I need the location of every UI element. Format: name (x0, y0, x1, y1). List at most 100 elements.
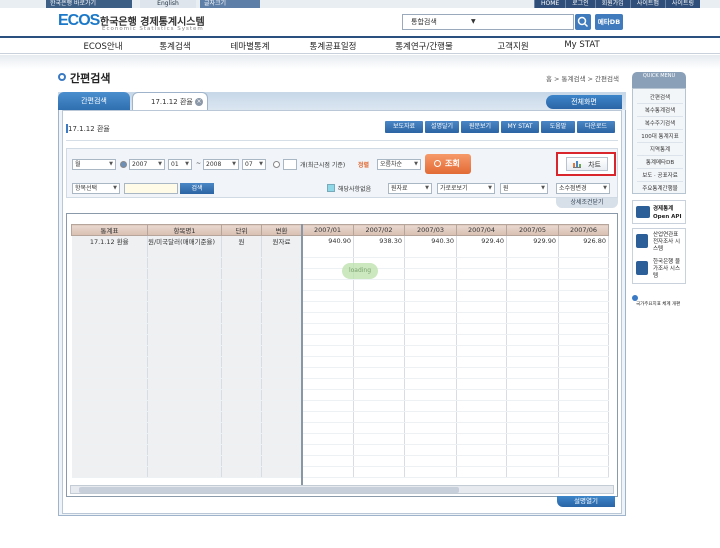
sort-select[interactable]: 오름차순 ▼ (377, 159, 421, 170)
col-header-period[interactable]: 2007/03 (404, 224, 457, 236)
search-button[interactable] (575, 14, 591, 30)
quick-item-press[interactable]: 보도 · 공표자료 (633, 171, 687, 179)
empty-cell (71, 367, 148, 379)
bank-home-link[interactable]: 한국은행 바로가기 (46, 0, 132, 8)
decimal-select[interactable]: 소수점변경 ▼ (556, 183, 610, 194)
from-month-select[interactable]: 01 ▼ (168, 159, 192, 170)
nav-release-schedule[interactable]: 통계공표일정 (310, 40, 357, 52)
login-link[interactable]: 로그인 (565, 0, 595, 8)
press-release-button[interactable]: 보도자료 (385, 121, 423, 133)
recent-radio[interactable] (273, 161, 280, 168)
frozen-column-divider[interactable] (301, 224, 303, 486)
quick-item-top100[interactable]: 100대 통계지표 (633, 132, 687, 140)
detail-toggle-button[interactable]: 상세조건닫기 (556, 198, 618, 208)
col-header-item[interactable]: 항목명1 (147, 224, 222, 236)
quick-item-multi-period[interactable]: 복수주기검색 (633, 119, 687, 127)
quick-item-publications[interactable]: 주요통계간행물 (633, 184, 687, 192)
quick-item-regional[interactable]: 지역통계 (633, 145, 687, 153)
nav-my-stat[interactable]: My STAT (564, 40, 599, 50)
original-view-button[interactable]: 원문보기 (461, 121, 499, 133)
sitelink-link[interactable]: 사이트링 (664, 0, 700, 8)
query-button[interactable]: 조회 (425, 154, 471, 174)
download-button[interactable]: 다운로드 (577, 121, 615, 133)
empty-row (71, 444, 609, 456)
recent-count-input[interactable] (283, 159, 297, 170)
range-radio[interactable] (120, 161, 127, 168)
empty-cell (301, 345, 354, 357)
empty-cell (147, 323, 222, 335)
quick-item-simple-search[interactable]: 간편검색 (633, 93, 687, 101)
tab-exchange-rate[interactable]: 17.1.12 환율 × (132, 92, 208, 110)
to-month-select[interactable]: 07 ▼ (242, 159, 266, 170)
col-header-period[interactable]: 2007/06 (558, 224, 609, 236)
price-survey-link[interactable]: 한국은행 물가조사 시스템 (653, 259, 685, 280)
my-stat-button[interactable]: MY STAT (501, 121, 539, 133)
empty-cell (353, 444, 405, 456)
col-header-period[interactable]: 2007/05 (506, 224, 559, 236)
empty-cell (404, 378, 457, 390)
quick-item-metadb[interactable]: 통계메타DB (633, 158, 687, 166)
search-input[interactable]: 통합검색 ▼ (402, 14, 574, 30)
empty-cell (301, 312, 354, 324)
home-link[interactable]: HOME (533, 0, 565, 8)
item-select[interactable]: 항목선택 ▼ (72, 183, 120, 194)
fullscreen-button[interactable]: 전체화면 (546, 95, 622, 109)
to-year-value: 2008 (206, 161, 222, 168)
nav-support[interactable]: 고객지원 (497, 40, 528, 52)
item-search-button[interactable]: 검색 (180, 183, 214, 194)
signup-link[interactable]: 회원가입 (594, 0, 630, 8)
indicator-notice[interactable]: 국가주요지표 체계 개편 (632, 294, 686, 316)
from-year-select[interactable]: 2007 ▼ (129, 159, 165, 170)
to-year-select[interactable]: 2008 ▼ (203, 159, 239, 170)
open-api-banner[interactable]: 경제통계 Open API (632, 200, 686, 224)
search-scope-select[interactable]: 통합검색 (411, 17, 437, 27)
item-search-input[interactable] (124, 183, 178, 194)
empty-cell (558, 367, 609, 379)
empty-cell (506, 257, 559, 269)
empty-row (71, 389, 609, 401)
sitemap-link[interactable]: 사이트맵 (629, 0, 665, 8)
table-row[interactable]: 17.1.12 환율 원/미국달러(매매기준율) 원 원자료 940.90 93… (71, 235, 609, 247)
empty-cell (558, 345, 609, 357)
empty-cell (404, 246, 457, 258)
unit-value: 원 (503, 185, 509, 192)
help-button[interactable]: 도움말 (541, 121, 575, 133)
col-header-period[interactable]: 2007/02 (353, 224, 405, 236)
metadb-button[interactable]: 메타DB (595, 14, 623, 30)
col-header-stat[interactable]: 통계표 (71, 224, 148, 236)
chart-button[interactable]: 차트 (556, 152, 616, 176)
empty-cell (558, 290, 609, 302)
horizontal-scrollbar[interactable] (70, 485, 614, 494)
font-size-control[interactable]: 글자크기 (200, 0, 260, 8)
empty-cell (71, 466, 148, 478)
col-header-period[interactable]: 2007/01 (301, 224, 354, 236)
nav-stat-search[interactable]: 통계검색 (159, 40, 190, 52)
empty-cell (261, 312, 302, 324)
view-direction-select[interactable]: 가로로보기 ▼ (437, 183, 495, 194)
col-header-unit[interactable]: 단위 (221, 224, 262, 236)
scrollbar-thumb[interactable] (79, 487, 459, 493)
empty-cell (71, 433, 148, 445)
period-select[interactable]: 월 ▼ (72, 159, 116, 170)
empty-cell (301, 400, 354, 412)
empty-cell (147, 246, 222, 258)
tab-simple-search[interactable]: 간편검색 (58, 92, 130, 110)
na-checkbox[interactable] (327, 184, 335, 192)
close-icon[interactable]: × (195, 98, 203, 106)
nav-research[interactable]: 통계연구/간행물 (395, 40, 453, 52)
nav-ecos-info[interactable]: ECOS안내 (83, 40, 122, 52)
quick-item-multi-search[interactable]: 복수통계검색 (633, 106, 687, 114)
description-button[interactable]: 설명달기 (425, 121, 459, 133)
unit-select[interactable]: 원 ▼ (500, 183, 548, 194)
english-link[interactable]: English (140, 0, 196, 8)
empty-cell (404, 301, 457, 313)
site-logo[interactable]: ECOS 한국은행 경제통계시스템 Economic Statistics Sy… (58, 12, 228, 34)
col-header-period[interactable]: 2007/04 (456, 224, 507, 236)
explain-open-button[interactable]: 설명열기 (557, 496, 615, 507)
raw-data-select[interactable]: 원자료 ▼ (388, 183, 432, 194)
io-survey-link[interactable]: 산업연관표 전자조사 시스템 (653, 232, 685, 253)
empty-cell (558, 389, 609, 401)
col-header-transform[interactable]: 변환 (261, 224, 302, 236)
nav-theme-stats[interactable]: 테마별통계 (230, 40, 269, 52)
empty-cell (147, 301, 222, 313)
